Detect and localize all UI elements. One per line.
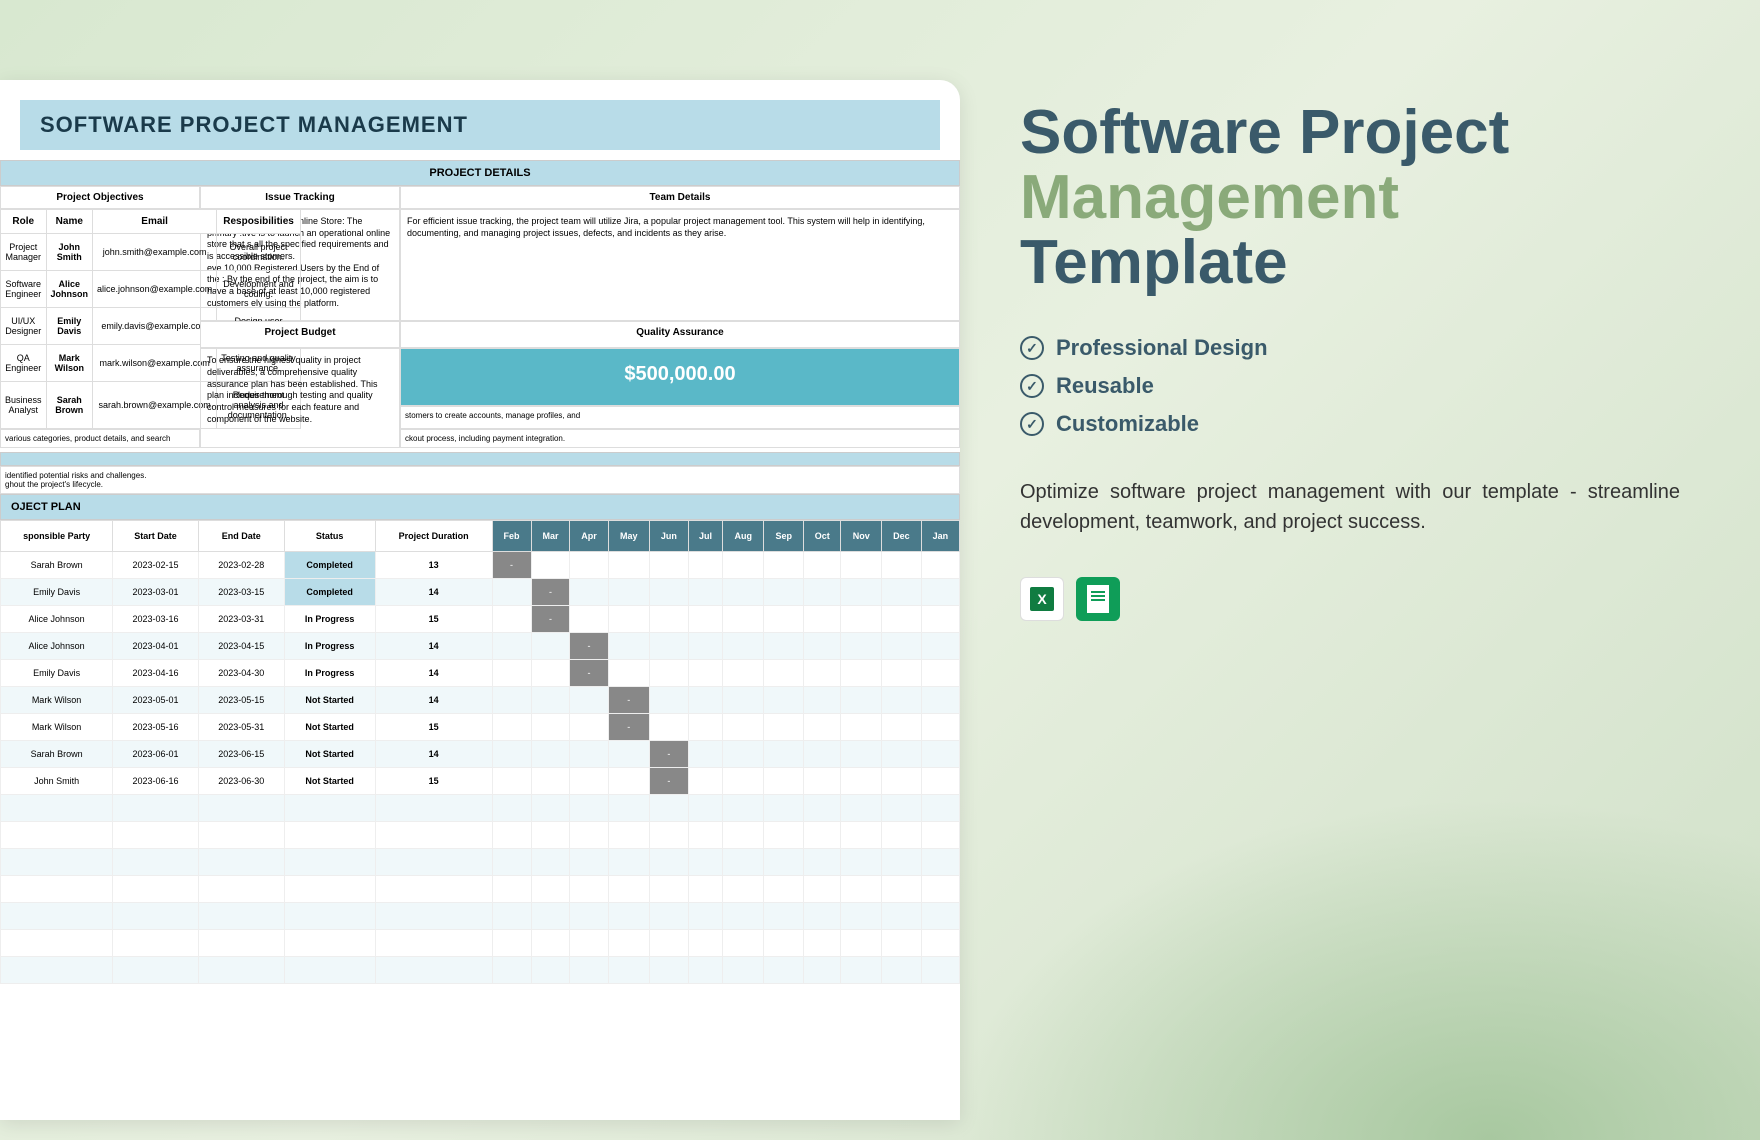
qa-header: Quality Assurance [400,321,960,348]
sheet-title: SOFTWARE PROJECT MANAGEMENT [20,100,940,150]
spreadsheet-preview: SOFTWARE PROJECT MANAGEMENT PROJECT DETA… [0,80,960,1120]
app-icons: X [1020,577,1680,621]
product-description: Optimize software project management wit… [1020,477,1680,537]
project-details-header: PROJECT DETAILS [0,160,960,186]
project-plan-header: OJECT PLAN [0,494,960,520]
product-info: Software Project Management Template ✓Pr… [960,20,1720,1120]
budget-header: Project Budget [200,321,400,348]
team-details-header: Team Details [400,186,960,209]
excel-icon: X [1020,577,1064,621]
feature-item: ✓Reusable [1020,373,1680,399]
check-icon: ✓ [1020,412,1044,436]
plan-table: sponsible PartyStart DateEnd DateStatusP… [0,520,960,984]
risk-text: identified potential risks and challenge… [0,466,960,494]
budget-value: $500,000.00 [400,348,960,405]
objectives-header: Project Objectives [0,186,200,209]
feature-item: ✓Professional Design [1020,335,1680,361]
tracking-text: For efficient issue tracking, the projec… [400,209,960,321]
sheets-icon [1076,577,1120,621]
feature-item: ✓Customizable [1020,411,1680,437]
check-icon: ✓ [1020,374,1044,398]
tracking-header: Issue Tracking [200,186,400,209]
features-list: ✓Professional Design ✓Reusable ✓Customizab… [1020,335,1680,437]
product-title: Software Project Management Template [1020,100,1680,295]
qa-text: To ensure the highest quality in project… [200,348,400,448]
check-icon: ✓ [1020,336,1044,360]
